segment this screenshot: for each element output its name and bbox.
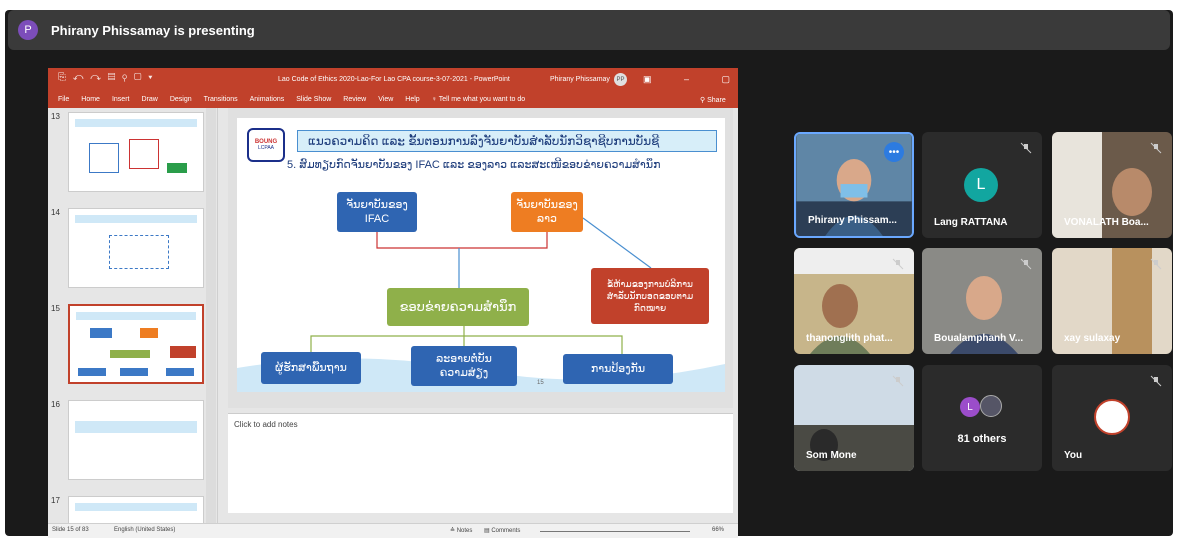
shared-screen: ⎘ ↶ ↷ ▤ ⚲ ▢ ▾ Lao Code of Ethics 2020-La… [48, 68, 738, 538]
mic-muted-icon [1150, 375, 1162, 387]
slide-thumbnail[interactable] [68, 400, 204, 480]
participant-name: Lang RATTANA [934, 217, 1008, 228]
thumb-number: 14 [51, 208, 60, 217]
box-threats: ລະອາຍຕໍ່ບັນ ຄວາມສ່ຽງ [411, 346, 517, 386]
box-prohibitions: ຂໍ້ຫ້າມຂອງການບໍລິການ ສຳລັບນັກບອດຂອບຕາມ ກ… [591, 268, 709, 324]
slide-counter: Slide 15 of 83 [52, 527, 89, 533]
slide-thumbnail[interactable] [68, 208, 204, 288]
ppt-ribbon: ⎘ ↶ ↷ ▤ ⚲ ▢ ▾ Lao Code of Ethics 2020-La… [48, 68, 738, 108]
language-indicator[interactable]: English (United States) [114, 527, 175, 533]
participant-tile[interactable]: Som Mone [794, 365, 914, 471]
participant-name: Som Mone [806, 450, 857, 461]
box-ifac-ethics: ຈັນຍາບັນຂອງ IFAC [337, 192, 417, 232]
tell-me-search[interactable]: ♀ Tell me what you want to do [432, 96, 525, 103]
zoom-slider[interactable] [540, 531, 690, 532]
participant-avatar: L [964, 168, 998, 202]
box-fundamental-principles: ຜູ້ຮັກສາພື້ນຖານ [261, 352, 361, 384]
more-options-icon[interactable]: ••• [884, 142, 904, 162]
mic-muted-icon [1020, 142, 1032, 154]
others-avatar-photo [980, 395, 1002, 417]
menu-help[interactable]: Help [405, 96, 419, 103]
status-bar: Slide 15 of 83 English (United States) ≙… [48, 523, 738, 538]
box-lao-ethics: ຈັນຍາບັນຂອງ ລາວ [511, 192, 583, 232]
thumbnail-scrollbar[interactable] [206, 108, 216, 528]
mic-muted-icon [892, 258, 904, 270]
thumb-number: 13 [51, 112, 60, 121]
menu-file[interactable]: File [58, 96, 69, 103]
document-title: Lao Code of Ethics 2020-Lao-For Lao CPA … [278, 76, 510, 83]
participant-name: You [1064, 450, 1083, 461]
menu-view[interactable]: View [378, 96, 393, 103]
zoom-level[interactable]: 66% [712, 527, 724, 533]
menu-slide-show[interactable]: Slide Show [296, 96, 331, 103]
presenting-text: Phirany Phissamay is presenting [51, 22, 255, 38]
current-slide[interactable]: BOUNG LCPAA ແນວຄວາມຄິດ ແລະ ຂັ້ນຕອນການລົງຈ… [237, 118, 725, 392]
ppt-user-avatar[interactable]: PP [614, 73, 627, 86]
participant-name: xay sulaxay [1064, 333, 1121, 344]
meeting-window: P Phirany Phissamay is presenting ⎘ ↶ ↷ … [0, 0, 1178, 538]
others-avatar: L [960, 397, 980, 417]
share-button[interactable]: ⚲ Share [700, 96, 726, 104]
quick-access-toolbar[interactable]: ⎘ ↶ ↷ ▤ ⚲ ▢ ▾ [58, 72, 154, 83]
notes-toggle[interactable]: ≙ Notes [450, 527, 472, 534]
menu-transitions[interactable]: Transitions [204, 96, 238, 103]
notes-placeholder: Click to add notes [234, 420, 298, 429]
participant-name: thanonglith phat... [806, 333, 893, 344]
mic-muted-icon [892, 375, 904, 387]
participant-tile[interactable]: L 81 others [922, 365, 1042, 471]
ppt-user-name: Phirany Phissamay [550, 76, 610, 83]
participant-tile[interactable]: ••• Phirany Phissam... [794, 132, 914, 238]
self-logo [1094, 399, 1130, 435]
participant-tile[interactable]: thanonglith phat... [794, 248, 914, 354]
mic-muted-icon [1020, 258, 1032, 270]
participant-tile[interactable]: L Lang RATTANA [922, 132, 1042, 238]
presenter-avatar: P [18, 20, 38, 40]
participant-name: VONALATH Boa... [1064, 217, 1149, 228]
slide-page-number: 15 [537, 380, 544, 386]
slide-thumbnail[interactable] [68, 112, 204, 192]
participant-tile[interactable]: Boualamphanh V... [922, 248, 1042, 354]
mic-muted-icon [1150, 142, 1162, 154]
participant-tile-self[interactable]: You [1052, 365, 1172, 471]
ppt-menu-bar: File Home Insert Draw Design Transitions… [58, 96, 525, 103]
window-controls[interactable]: ▣ – ▢ ✕ [643, 74, 738, 85]
menu-design[interactable]: Design [170, 96, 192, 103]
box-safeguards: ການປ້ອງກັນ [563, 354, 673, 384]
thumb-number: 17 [51, 496, 60, 505]
participant-tile[interactable]: xay sulaxay [1052, 248, 1172, 354]
participant-name: Phirany Phissam... [808, 215, 897, 226]
participant-tile[interactable]: VONALATH Boa... [1052, 132, 1172, 238]
notes-pane[interactable]: Click to add notes [228, 413, 733, 513]
menu-insert[interactable]: Insert [112, 96, 130, 103]
slide-thumbnail-pane: 13 14 15 16 17 [48, 108, 218, 528]
slide-editor: BOUNG LCPAA ແນວຄວາມຄິດ ແລະ ຂັ້ນຕອນການລົງຈ… [228, 108, 733, 408]
menu-animations[interactable]: Animations [250, 96, 285, 103]
box-conceptual-framework: ຂອບຂ່າຍຄວາມສຳນຶກ [387, 288, 529, 326]
presenting-banner: P Phirany Phissamay is presenting [8, 10, 1170, 50]
menu-review[interactable]: Review [343, 96, 366, 103]
slide-thumbnail-selected[interactable] [68, 304, 204, 384]
thumb-number: 16 [51, 400, 60, 409]
participant-name: Boualamphanh V... [934, 333, 1024, 344]
comments-toggle[interactable]: ▤ Comments [484, 527, 520, 534]
others-count: 81 others [957, 433, 1007, 445]
thumb-number: 15 [51, 304, 60, 313]
menu-home[interactable]: Home [81, 96, 100, 103]
mic-muted-icon [1150, 258, 1162, 270]
menu-draw[interactable]: Draw [141, 96, 157, 103]
